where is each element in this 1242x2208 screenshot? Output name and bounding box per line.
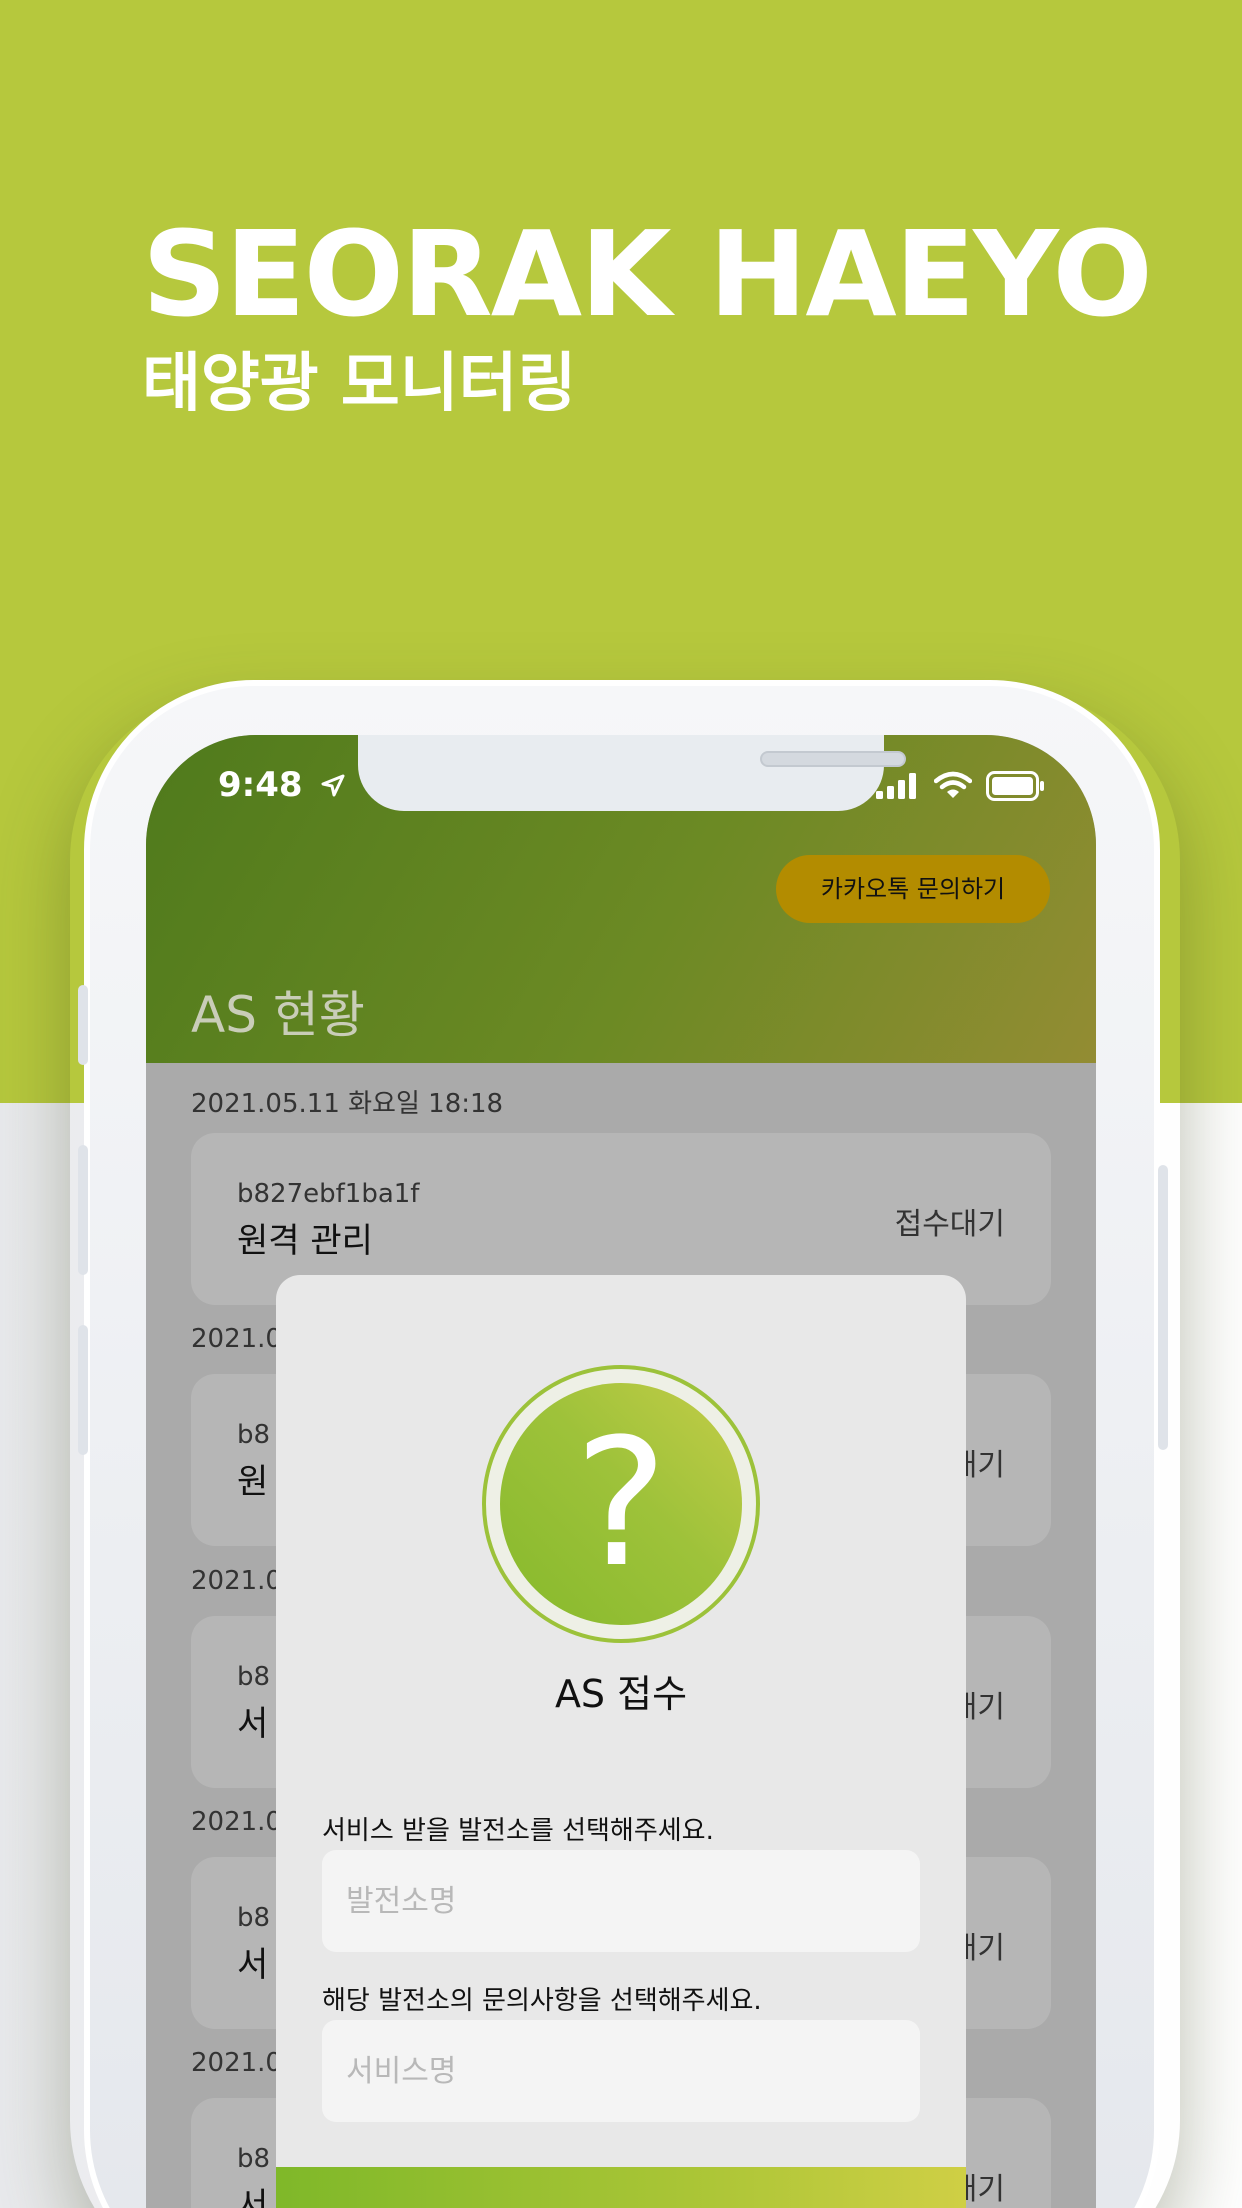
phone-power-button [1158,1165,1168,1450]
list-date: 2021.05.11 화요일 18:18 [191,1089,504,1119]
card-name: 서 [237,1945,269,1985]
kakao-inquiry-button[interactable]: 카카오톡 문의하기 [776,855,1050,923]
phone-notch [358,735,906,811]
card-name: 서 [237,1704,269,1744]
card-code: b827ebf1ba1f [237,1179,420,1209]
phone-mute-switch [78,985,88,1065]
signal-icon [876,773,916,799]
card-status: 접수대기 [894,1207,1005,1242]
plant-name-input[interactable] [322,1850,920,1952]
phone-volume-down [78,1325,88,1455]
wifi-icon [934,771,972,798]
card-name: 서 [237,2186,269,2208]
list-date: 2021.0 [191,1807,282,1837]
card-code: b8 [237,1903,271,1933]
phone-volume-up [78,1145,88,1275]
question-mark-icon: ? [500,1383,742,1625]
promo-subtitle: 태양광 모니터링 [142,347,577,421]
modal-title: AS 접수 [554,1672,688,1716]
card-code: b8 [237,1420,271,1450]
page-title: AS 현황 [191,986,365,1044]
status-icons [876,771,1046,801]
submit-button[interactable] [276,2167,966,2208]
card-code: b8 [237,2144,271,2174]
phone-speaker [760,751,906,767]
card-code: b8 [237,1662,271,1692]
plant-field-label: 서비스 받을 발전소를 선택해주세요. [322,1816,714,1846]
location-arrow-icon [321,774,345,797]
list-date: 2021.0 [191,1324,282,1354]
as-request-modal: ? AS 접수 서비스 받을 발전소를 선택해주세요. 해당 발전소의 문의사항… [276,1275,966,2208]
list-date: 2021.0 [191,2048,282,2078]
promo-title: SEORAK HAEYO [142,205,1153,343]
status-time: 9:48 [218,765,346,805]
battery-icon [986,771,1044,801]
card-name: 원격 관리 [237,1221,373,1261]
list-date: 2021.0 [191,1566,282,1596]
question-icon-ring: ? [482,1365,760,1643]
service-name-input[interactable] [322,2020,920,2122]
status-time-text: 9:48 [218,765,303,805]
service-field-label: 해당 발전소의 문의사항을 선택해주세요. [322,1986,762,2016]
card-name: 원 [237,1462,269,1502]
